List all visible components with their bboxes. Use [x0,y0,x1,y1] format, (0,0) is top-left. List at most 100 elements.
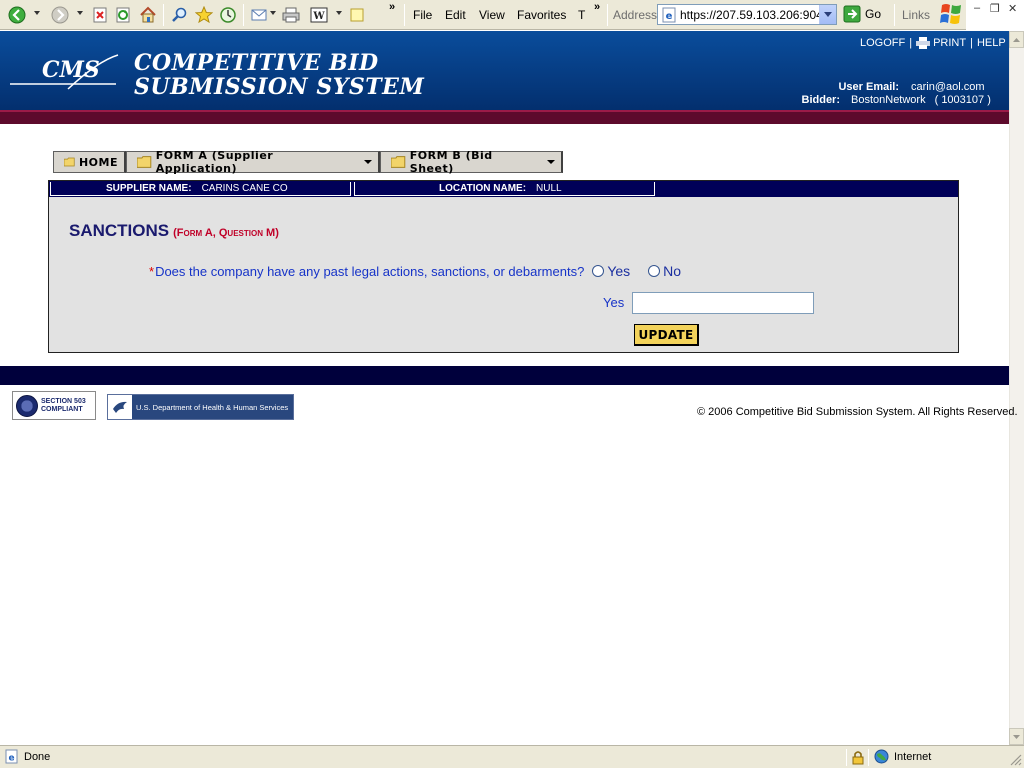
radio-no[interactable]: No [648,263,681,279]
go-label: Go [865,7,882,21]
print-icon[interactable] [282,6,300,24]
print-icon[interactable] [916,37,931,49]
section-503-seal-icon [16,394,38,417]
user-email-value: carin@aol.com [911,81,985,93]
toolbar-separator [894,4,895,26]
toolbar-more-chevron[interactable]: » [389,1,395,13]
forward-icon[interactable] [51,6,69,24]
history-icon[interactable] [219,6,237,24]
toolbar-separator [243,4,244,26]
back-dropdown-icon[interactable] [34,11,40,15]
statusbar-separator [846,749,847,766]
go-arrow-icon [843,5,861,23]
search-icon[interactable] [171,6,189,24]
address-dropdown-icon[interactable] [819,5,836,24]
address-bar[interactable]: e https://207.59.103.206:9049 [657,4,837,25]
location-name-cell: LOCATION NAME: NULL [354,182,655,196]
home-icon[interactable] [139,6,157,24]
tab-home[interactable]: HOME [53,151,126,173]
svg-text:e: e [8,754,14,764]
toolbar-separator [607,4,608,26]
ie-page-icon: e [5,749,18,764]
main-nav: HOME FORM A (Supplier Application) FORM … [53,149,563,175]
hhs-badge[interactable]: U.S. Department of Health & Human Servic… [107,394,294,420]
cms-logo-text: CMS [42,57,100,83]
menu-favorites[interactable]: Favorites [517,8,566,22]
print-link[interactable]: PRINT [933,37,966,49]
folder-icon [64,157,75,167]
location-name-value: NULL [536,183,562,194]
section-503-badge[interactable]: SECTION 503 COMPLIANT [12,391,96,420]
site-title: COMPETITIVE BID SUBMISSION SYSTEM [134,51,424,99]
link-separator: | [909,37,913,49]
windows-logo-icon [938,1,966,27]
browser-toolbar: W » File Edit View Favorites T » Address… [0,0,1024,30]
hhs-eagle-icon [108,395,132,419]
supplier-name-value: CARINS CANE CO [201,183,288,194]
mail-icon[interactable] [251,6,269,24]
refresh-icon[interactable] [114,6,132,24]
restore-icon[interactable]: ❐ [990,2,1000,15]
bidder-label: Bidder: [801,94,841,106]
svg-text:e: e [666,11,673,22]
radio-no-circle[interactable] [648,265,661,277]
edit-dropdown-icon[interactable] [336,11,342,15]
yes-detail-label: Yes [603,295,625,310]
back-icon[interactable] [8,6,26,24]
section-503-text: SECTION 503 COMPLIANT [41,398,86,414]
tab-form-a[interactable]: FORM A (Supplier Application) [126,149,380,175]
favorites-icon[interactable] [195,6,213,24]
site-title-line1: COMPETITIVE BID [134,50,379,76]
minimize-icon[interactable]: – [974,2,980,14]
site-title-line2: SUBMISSION SYSTEM [134,74,425,100]
statusbar-separator [868,749,869,766]
links-label[interactable]: Links [902,8,930,22]
discuss-icon[interactable] [348,6,366,24]
menu-more-chevron[interactable]: » [594,1,600,13]
status-text: Done [24,750,51,763]
chevron-down-icon [364,160,372,164]
forward-dropdown-icon[interactable] [77,11,83,15]
svg-text:W: W [312,11,325,22]
yes-detail-input[interactable] [632,292,814,314]
info-bar: SUPPLIER NAME: CARINS CANE CO LOCATION N… [49,181,958,197]
globe-icon [874,749,889,764]
logoff-link[interactable]: LOGOFF [860,37,905,49]
radio-yes-circle[interactable] [592,265,605,277]
scroll-up-arrow-icon[interactable] [1009,31,1024,48]
menu-file[interactable]: File [413,8,432,22]
toolbar-separator [404,4,405,26]
site-header: CMS COMPETITIVE BID SUBMISSION SYSTEM LO… [0,31,1009,110]
radio-yes[interactable]: Yes [592,263,630,279]
supplier-name-cell: SUPPLIER NAME: CARINS CANE CO [50,182,351,196]
update-button[interactable]: UPDATE [634,324,699,346]
footer-bar [0,366,1009,385]
mail-dropdown-icon[interactable] [270,11,276,15]
lock-icon[interactable] [851,750,865,765]
tab-form-b[interactable]: FORM B (Bid Sheet) [380,149,563,175]
top-links: LOGOFF | PRINT | HELP [860,37,1006,49]
edit-word-icon[interactable]: W [310,6,328,24]
folder-icon [137,156,152,168]
ie-page-icon: e [662,7,676,22]
menu-view[interactable]: View [479,8,505,22]
address-url[interactable]: https://207.59.103.206:9049 [680,8,825,22]
chevron-down-icon [547,160,555,164]
question-text: Does the company have any past legal act… [155,263,585,279]
radio-no-label: No [663,263,682,279]
section-503-line2: COMPLIANT [41,405,83,413]
scroll-down-arrow-icon[interactable] [1009,728,1024,745]
section-503-line1: SECTION 503 [41,397,86,405]
menu-edit[interactable]: Edit [445,8,466,22]
security-zone[interactable]: Internet [874,749,931,764]
hhs-text: U.S. Department of Health & Human Servic… [136,402,289,412]
help-link[interactable]: HELP [977,37,1006,49]
stop-icon[interactable] [91,6,109,24]
supplier-name-label: SUPPLIER NAME: [106,183,192,194]
resize-grip-icon[interactable] [1010,754,1022,766]
go-button[interactable]: Go [843,5,881,23]
menu-tools[interactable]: T [578,8,585,22]
vertical-scrollbar[interactable] [1009,31,1024,745]
status-done: e Done [4,749,50,764]
close-icon[interactable]: ✕ [1008,2,1017,15]
